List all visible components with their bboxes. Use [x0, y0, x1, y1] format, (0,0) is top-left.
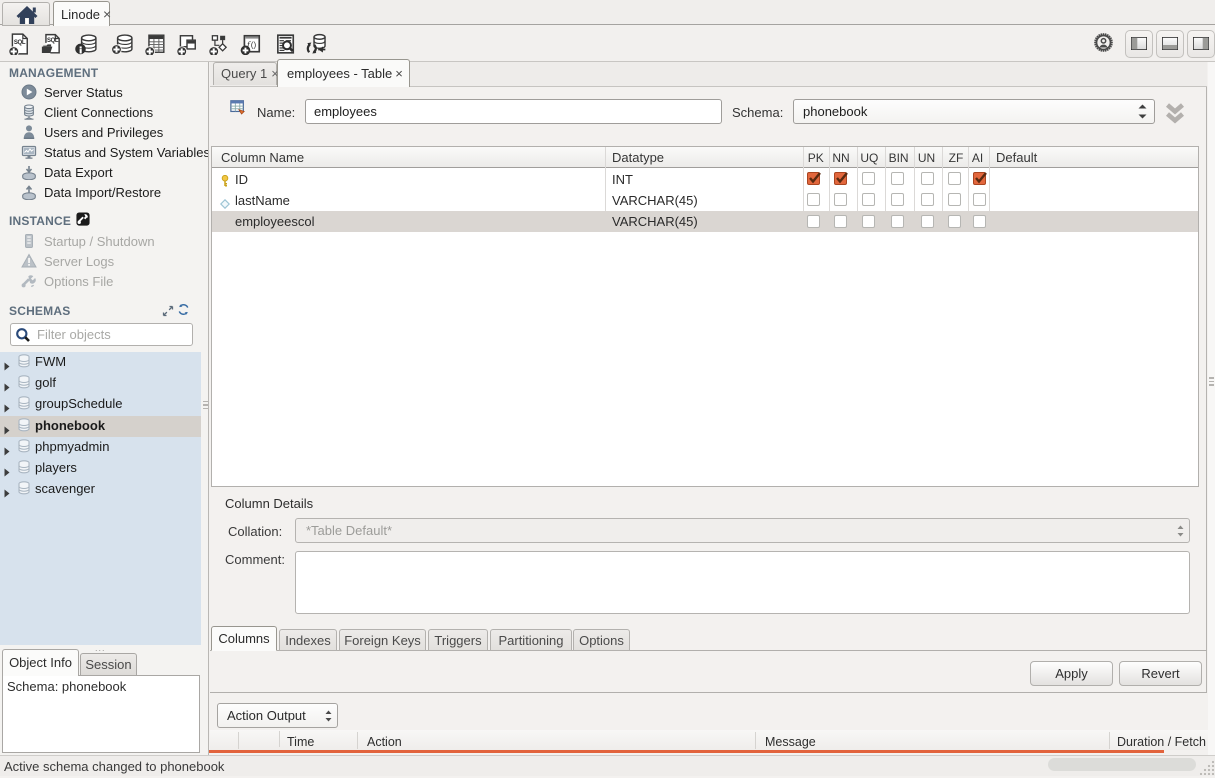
svg-text:(): () [251, 40, 257, 49]
svg-text:SQL: SQL [14, 40, 26, 46]
svg-text:SQL: SQL [47, 38, 59, 44]
